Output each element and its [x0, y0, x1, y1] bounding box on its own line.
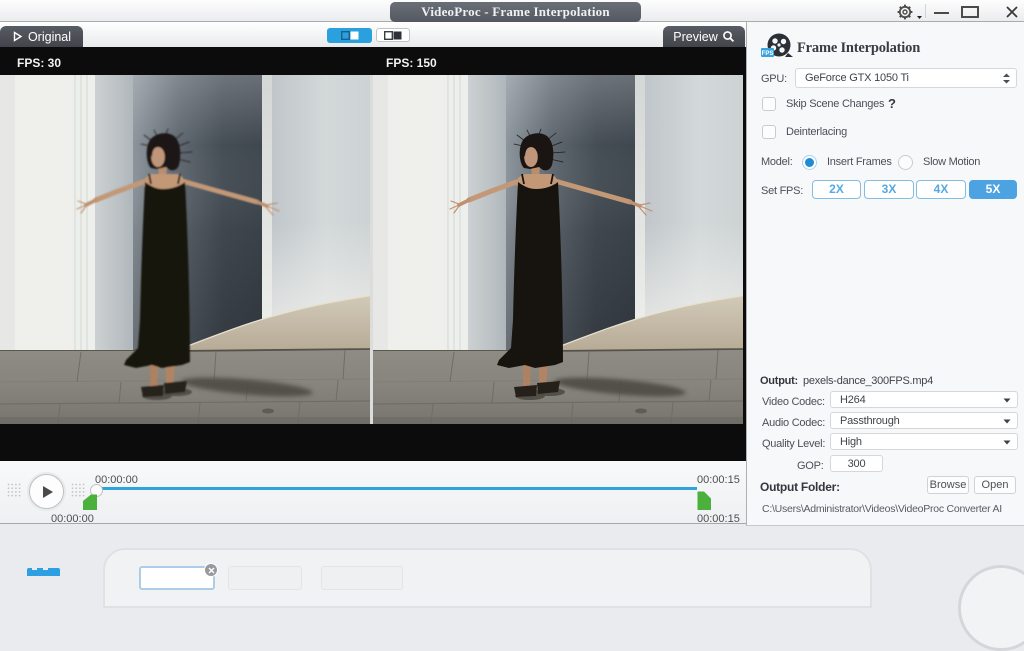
svg-text:FPS: FPS [762, 51, 774, 57]
